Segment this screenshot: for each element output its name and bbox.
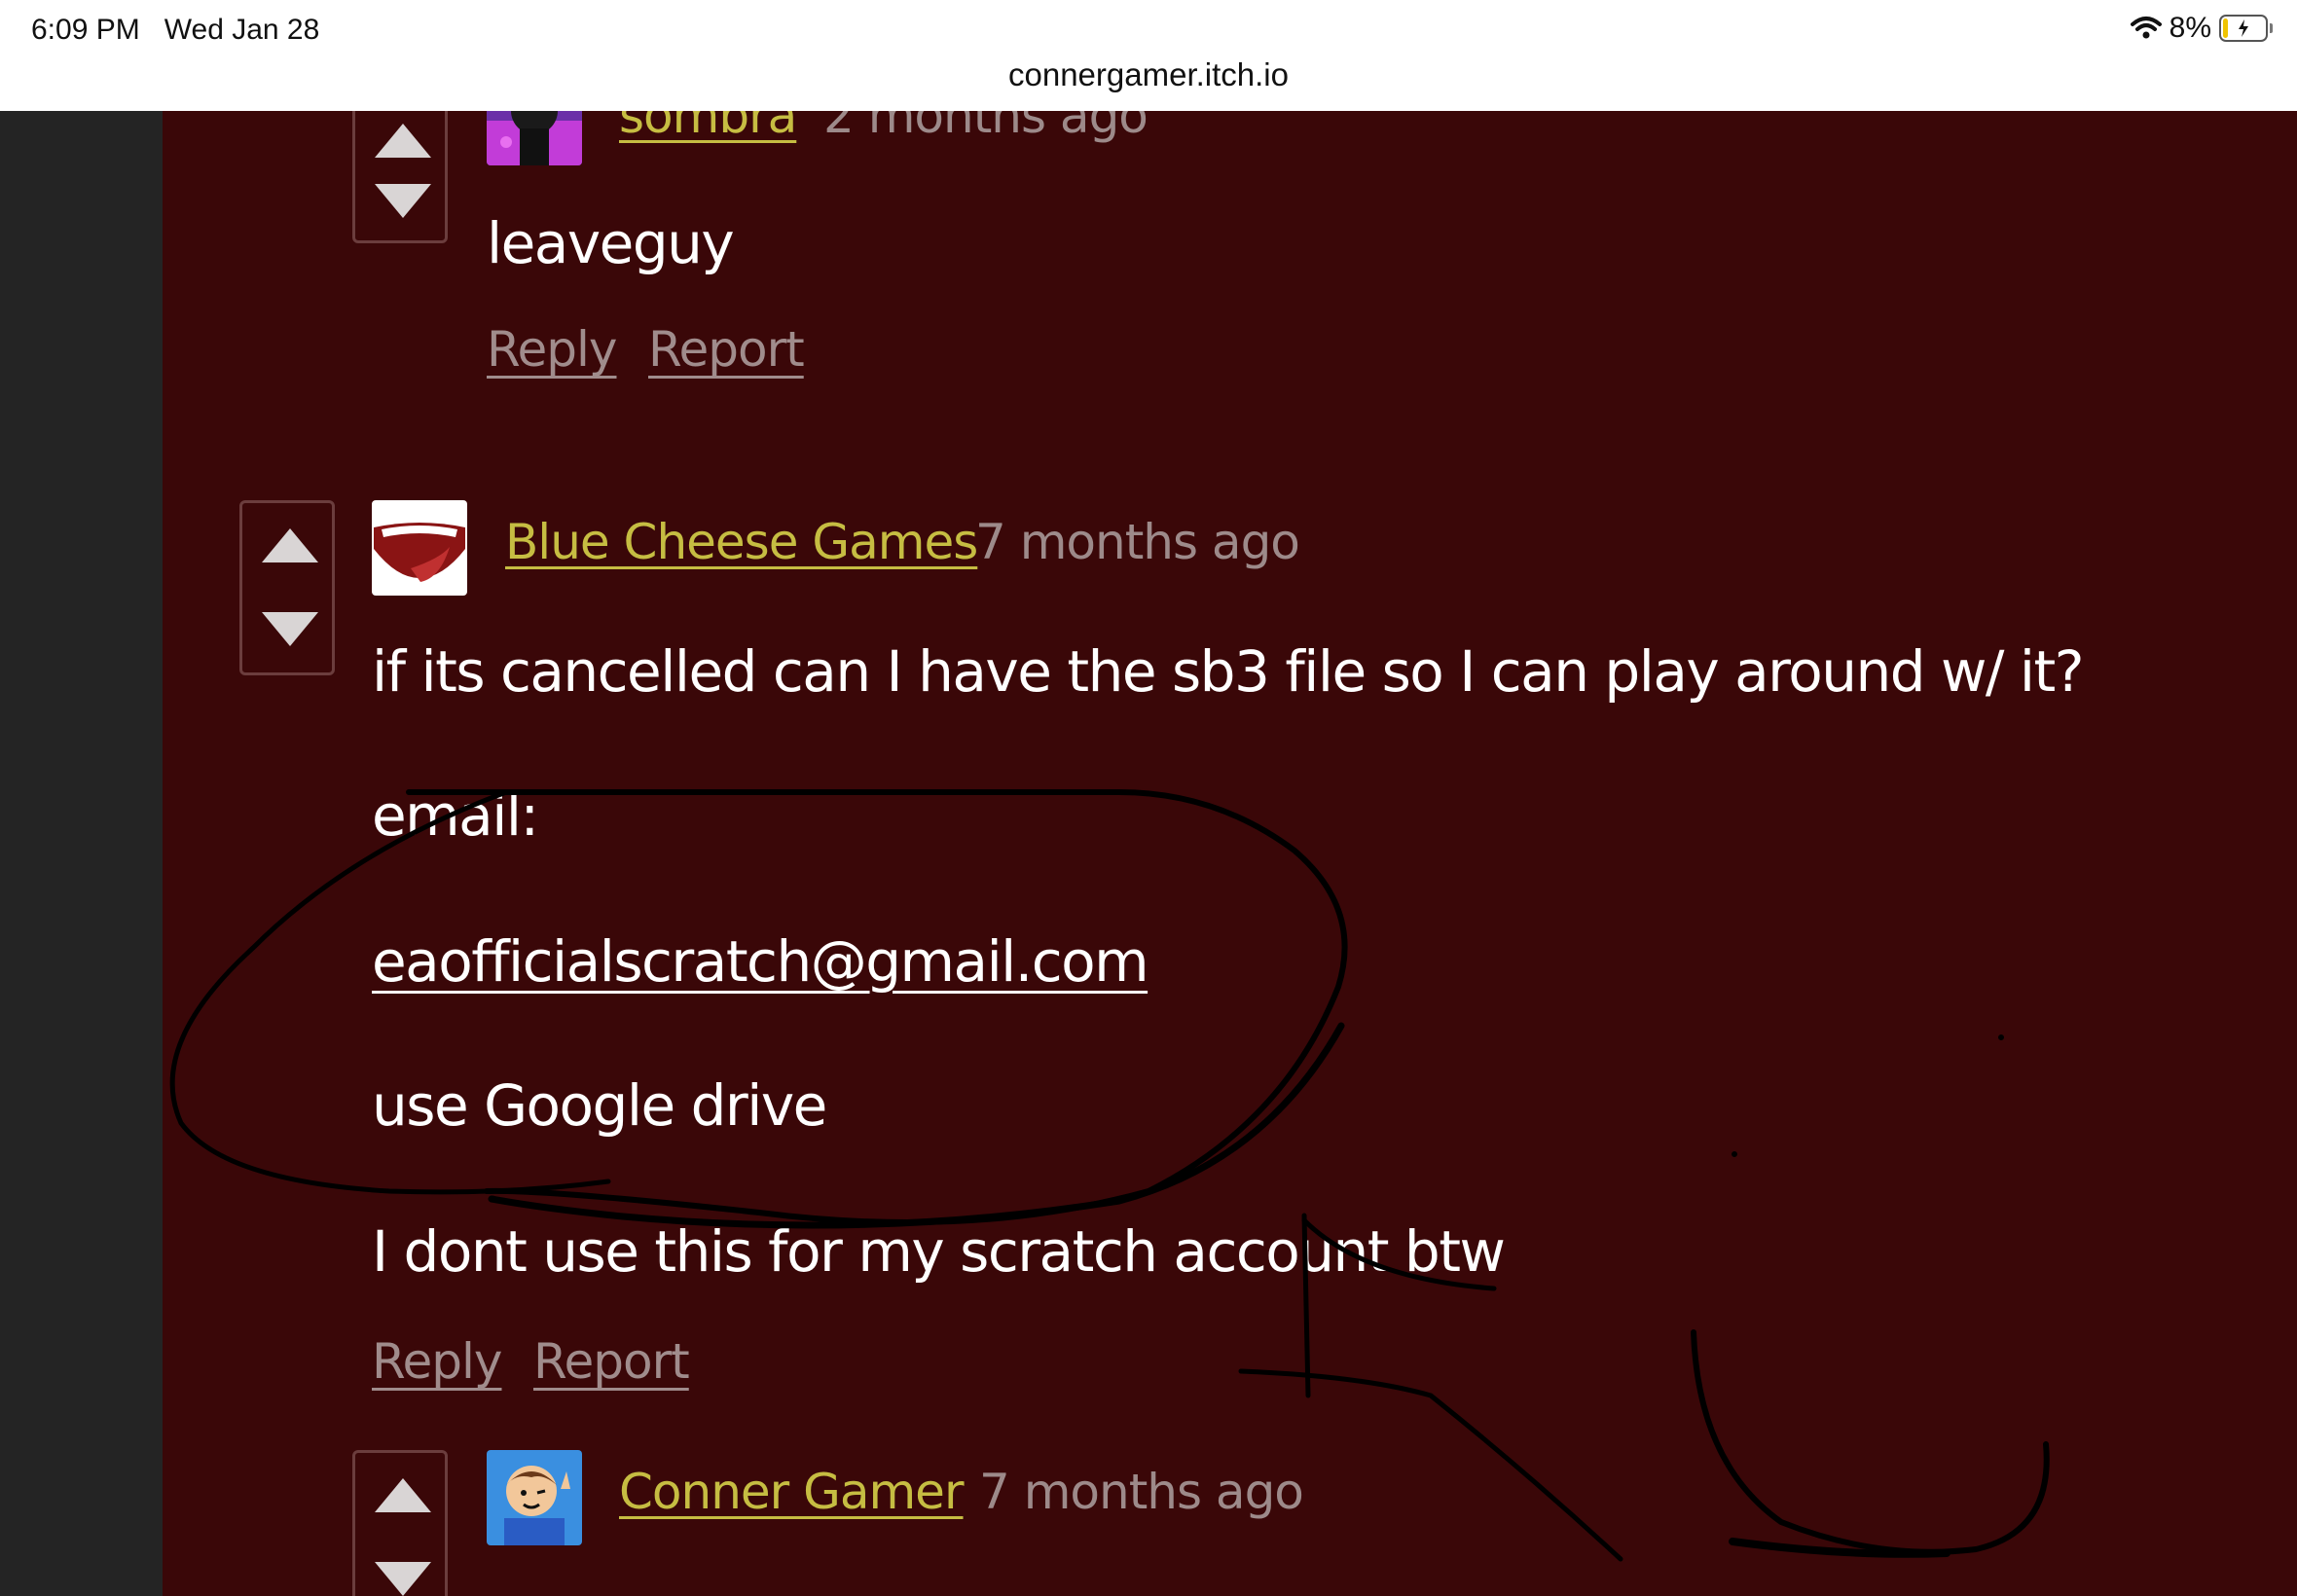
vote-box bbox=[239, 500, 335, 675]
vote-box bbox=[352, 111, 448, 243]
status-bar: 6:09 PM Wed Jan 28 8% connergamer.itch.i… bbox=[0, 0, 2297, 111]
report-link[interactable]: Report bbox=[648, 321, 805, 378]
vote-box bbox=[352, 1450, 448, 1596]
handwritten-annotations bbox=[169, 788, 2050, 1562]
wifi-icon bbox=[2130, 17, 2162, 39]
comment-time: 2 months ago bbox=[823, 111, 1148, 144]
downvote-icon[interactable] bbox=[375, 184, 431, 218]
comment-time: 7 months ago bbox=[975, 514, 1300, 570]
comment-body-line: if its cancelled can I have the sb3 file… bbox=[372, 638, 2085, 705]
clock: 6:09 PM bbox=[31, 14, 140, 46]
avatar[interactable] bbox=[487, 1450, 582, 1545]
status-indicators: 8% bbox=[2130, 12, 2273, 45]
comment-body-line: email: bbox=[372, 782, 539, 849]
status-time: 6:09 PM Wed Jan 28 bbox=[31, 14, 319, 47]
comment-body-line: I dont use this for my scratch account b… bbox=[372, 1218, 1506, 1285]
avatar[interactable] bbox=[487, 111, 582, 165]
upvote-icon[interactable] bbox=[375, 124, 431, 158]
downvote-icon[interactable] bbox=[262, 612, 318, 646]
comment-body-line: use Google drive bbox=[372, 1072, 827, 1139]
email-line: eaofficialscratch@gmail.com bbox=[372, 928, 1149, 995]
reply-link[interactable]: Reply bbox=[487, 321, 617, 378]
email-link[interactable]: eaofficialscratch@gmail.com bbox=[372, 928, 1149, 995]
upvote-icon[interactable] bbox=[262, 528, 318, 562]
battery-percent: 8% bbox=[2169, 12, 2211, 44]
comment-body: leaveguy bbox=[487, 210, 735, 276]
url-bar[interactable]: connergamer.itch.io bbox=[0, 56, 2297, 93]
date: Wed Jan 28 bbox=[164, 14, 320, 46]
comment-author[interactable]: sombra bbox=[619, 111, 797, 144]
downvote-icon[interactable] bbox=[375, 1562, 431, 1596]
upvote-icon[interactable] bbox=[375, 1478, 431, 1512]
comment-author[interactable]: Conner Gamer bbox=[619, 1464, 965, 1520]
left-gutter bbox=[0, 111, 163, 1596]
comment-author[interactable]: Blue Cheese Games bbox=[505, 514, 978, 570]
comments-page: sombra 2 months ago leaveguy Reply Repor… bbox=[0, 111, 2297, 1596]
reply-link[interactable]: Reply bbox=[372, 1333, 502, 1390]
avatar[interactable] bbox=[372, 500, 467, 596]
report-link[interactable]: Report bbox=[533, 1333, 690, 1390]
comment-time: 7 months ago bbox=[979, 1464, 1304, 1520]
battery-icon bbox=[2219, 15, 2273, 42]
